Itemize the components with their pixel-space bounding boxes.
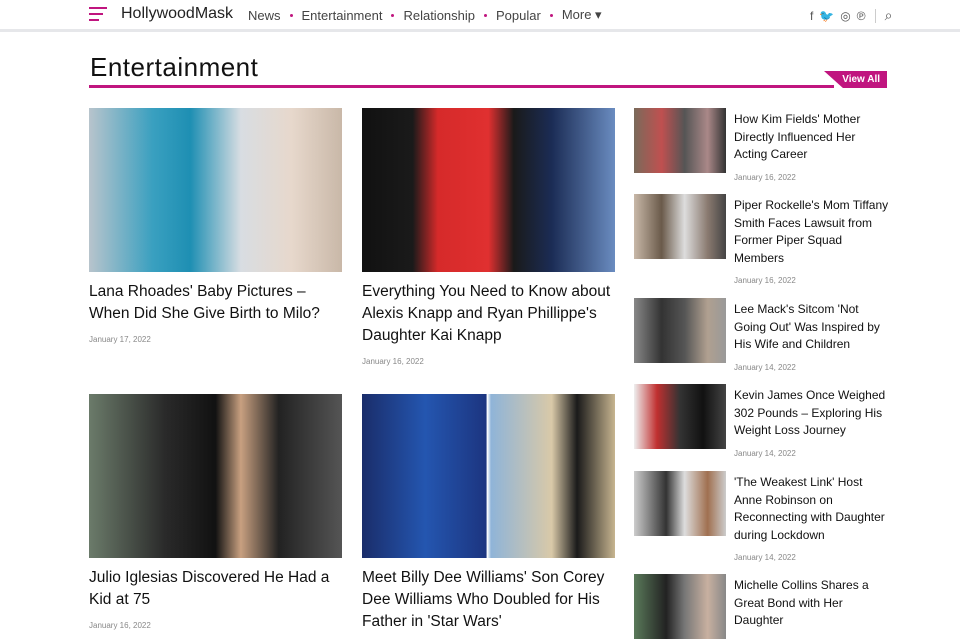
- sidebar-title[interactable]: How Kim Fields' Mother Directly Influenc…: [734, 111, 889, 164]
- thumbnail[interactable]: [634, 471, 726, 536]
- twitter-icon[interactable]: 🐦: [819, 9, 834, 23]
- sidebar-title[interactable]: Lee Mack's Sitcom 'Not Going Out' Was In…: [734, 301, 889, 354]
- article-title[interactable]: Julio Iglesias Discovered He Had a Kid a…: [89, 567, 342, 611]
- thumbnail[interactable]: [634, 108, 726, 173]
- sidebar-date: January 16, 2022: [734, 276, 796, 285]
- thumbnail[interactable]: [634, 194, 726, 259]
- article-date: January 16, 2022: [362, 357, 424, 366]
- search-icon[interactable]: ⌕: [885, 7, 893, 24]
- thumbnail[interactable]: [634, 298, 726, 363]
- nav-popular[interactable]: Popular: [496, 8, 541, 23]
- article-card[interactable]: Meet Billy Dee Williams' Son Corey Dee W…: [362, 394, 615, 633]
- article-image[interactable]: [89, 394, 342, 558]
- sidebar-date: January 14, 2022: [734, 553, 796, 562]
- article-image[interactable]: [362, 394, 615, 558]
- pinterest-icon[interactable]: ℗: [857, 9, 866, 23]
- sidebar-title[interactable]: Kevin James Once Weighed 302 Pounds – Ex…: [734, 387, 889, 440]
- main-nav: News Entertainment Relationship Popular …: [248, 7, 602, 23]
- nav-relationship[interactable]: Relationship: [403, 8, 475, 23]
- thumbnail[interactable]: [634, 384, 726, 449]
- article-title[interactable]: Lana Rhoades' Baby Pictures – When Did S…: [89, 281, 342, 325]
- article-card[interactable]: Julio Iglesias Discovered He Had a Kid a…: [89, 394, 342, 630]
- site-header: HollywoodMask News Entertainment Relatio…: [0, 0, 960, 32]
- sidebar-title[interactable]: Michelle Collins Shares a Great Bond wit…: [734, 577, 889, 630]
- sidebar-date: January 14, 2022: [734, 448, 796, 458]
- article-image[interactable]: [362, 108, 615, 272]
- nav-more[interactable]: More ▾: [562, 7, 602, 23]
- social-links: f 🐦 ◎ ℗ ⌕: [810, 7, 892, 24]
- facebook-icon[interactable]: f: [810, 9, 813, 23]
- article-card[interactable]: Everything You Need to Know about Alexis…: [362, 108, 615, 366]
- thumbnail[interactable]: [634, 574, 726, 639]
- sidebar-title[interactable]: Piper Rockelle's Mom Tiffany Smith Faces…: [734, 197, 889, 267]
- sidebar-date: January 16, 2022: [734, 172, 796, 182]
- section-divider: [89, 85, 834, 88]
- nav-entertainment[interactable]: Entertainment: [302, 8, 383, 23]
- article-date: January 17, 2022: [89, 335, 151, 344]
- menu-icon[interactable]: [89, 7, 107, 25]
- sidebar-title[interactable]: 'The Weakest Link' Host Anne Robinson on…: [734, 474, 889, 544]
- site-logo[interactable]: HollywoodMask: [121, 5, 233, 23]
- instagram-icon[interactable]: ◎: [840, 9, 850, 23]
- article-title[interactable]: Everything You Need to Know about Alexis…: [362, 281, 615, 347]
- article-date: January 16, 2022: [89, 621, 151, 630]
- article-title[interactable]: Meet Billy Dee Williams' Son Corey Dee W…: [362, 567, 615, 633]
- article-image[interactable]: [89, 108, 342, 272]
- article-card[interactable]: Lana Rhoades' Baby Pictures – When Did S…: [89, 108, 342, 344]
- section-title: Entertainment: [90, 52, 259, 82]
- sidebar-date: January 14, 2022: [734, 362, 796, 372]
- nav-news[interactable]: News: [248, 8, 281, 23]
